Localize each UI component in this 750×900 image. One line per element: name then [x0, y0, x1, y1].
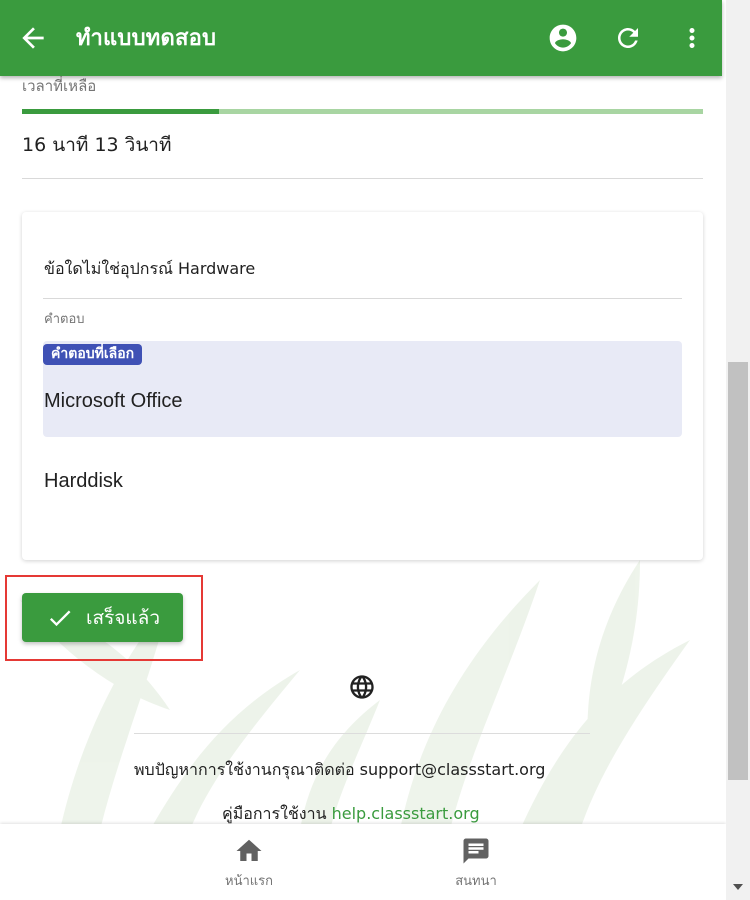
answer-label: คำตอบ — [44, 312, 85, 327]
more-vert-icon — [689, 28, 695, 48]
answer-option-text: Harddisk — [44, 470, 123, 492]
account-circle-icon — [549, 24, 577, 52]
time-progress-fill — [22, 109, 220, 114]
nav-label-chat: สนทนา — [455, 874, 497, 889]
answer-option-text: Microsoft Office — [44, 390, 183, 412]
divider — [22, 178, 703, 179]
time-progress-bar — [22, 109, 703, 114]
more-options-button[interactable] — [675, 21, 709, 55]
card-divider — [43, 298, 682, 299]
nav-item-home[interactable]: หน้าแรก — [189, 836, 309, 891]
home-icon — [236, 839, 262, 861]
question-text: ข้อใดไม่ใช่อุปกรณ์ Hardware — [44, 259, 256, 278]
globe-icon[interactable] — [348, 673, 376, 701]
time-remaining-value: 16 นาที 13 วินาที — [22, 134, 172, 156]
refresh-icon — [618, 28, 638, 48]
answer-option-selected[interactable]: คำตอบที่เลือก Microsoft Office — [43, 341, 682, 437]
footer-divider — [134, 733, 590, 734]
app-bar: ทำแบบทดสอบ — [0, 0, 722, 76]
refresh-button[interactable] — [611, 21, 645, 55]
done-button[interactable]: เสร็จแล้ว — [22, 593, 183, 642]
nav-label-home: หน้าแรก — [225, 874, 273, 889]
selected-answer-chip: คำตอบที่เลือก — [43, 344, 143, 365]
time-remaining-label: เวลาที่เหลือ — [22, 77, 97, 95]
chat-icon — [463, 838, 489, 864]
bottom-navigation: หน้าแรก สนทนา — [0, 824, 726, 900]
back-arrow-icon[interactable] — [17, 22, 49, 54]
account-button[interactable] — [546, 21, 580, 55]
manual-prefix: คู่มือการใช้งาน — [222, 804, 332, 823]
done-button-label: เสร็จแล้ว — [86, 606, 160, 629]
support-text: พบปัญหาการใช้งานกรุณาติดต่อ support@clas… — [134, 760, 546, 779]
nav-item-chat[interactable]: สนทนา — [416, 836, 536, 891]
answer-option[interactable]: Harddisk — [43, 460, 682, 500]
help-link[interactable]: help.classstart.org — [332, 804, 480, 823]
scrollbar-thumb[interactable] — [728, 362, 748, 780]
scroll-down-arrow-icon[interactable] — [733, 884, 743, 890]
check-icon — [49, 610, 71, 626]
scrollbar[interactable] — [726, 0, 750, 900]
question-card: ข้อใดไม่ใช่อุปกรณ์ Hardware คำตอบ คำตอบท… — [22, 212, 703, 560]
page-title: ทำแบบทดสอบ — [76, 26, 217, 51]
